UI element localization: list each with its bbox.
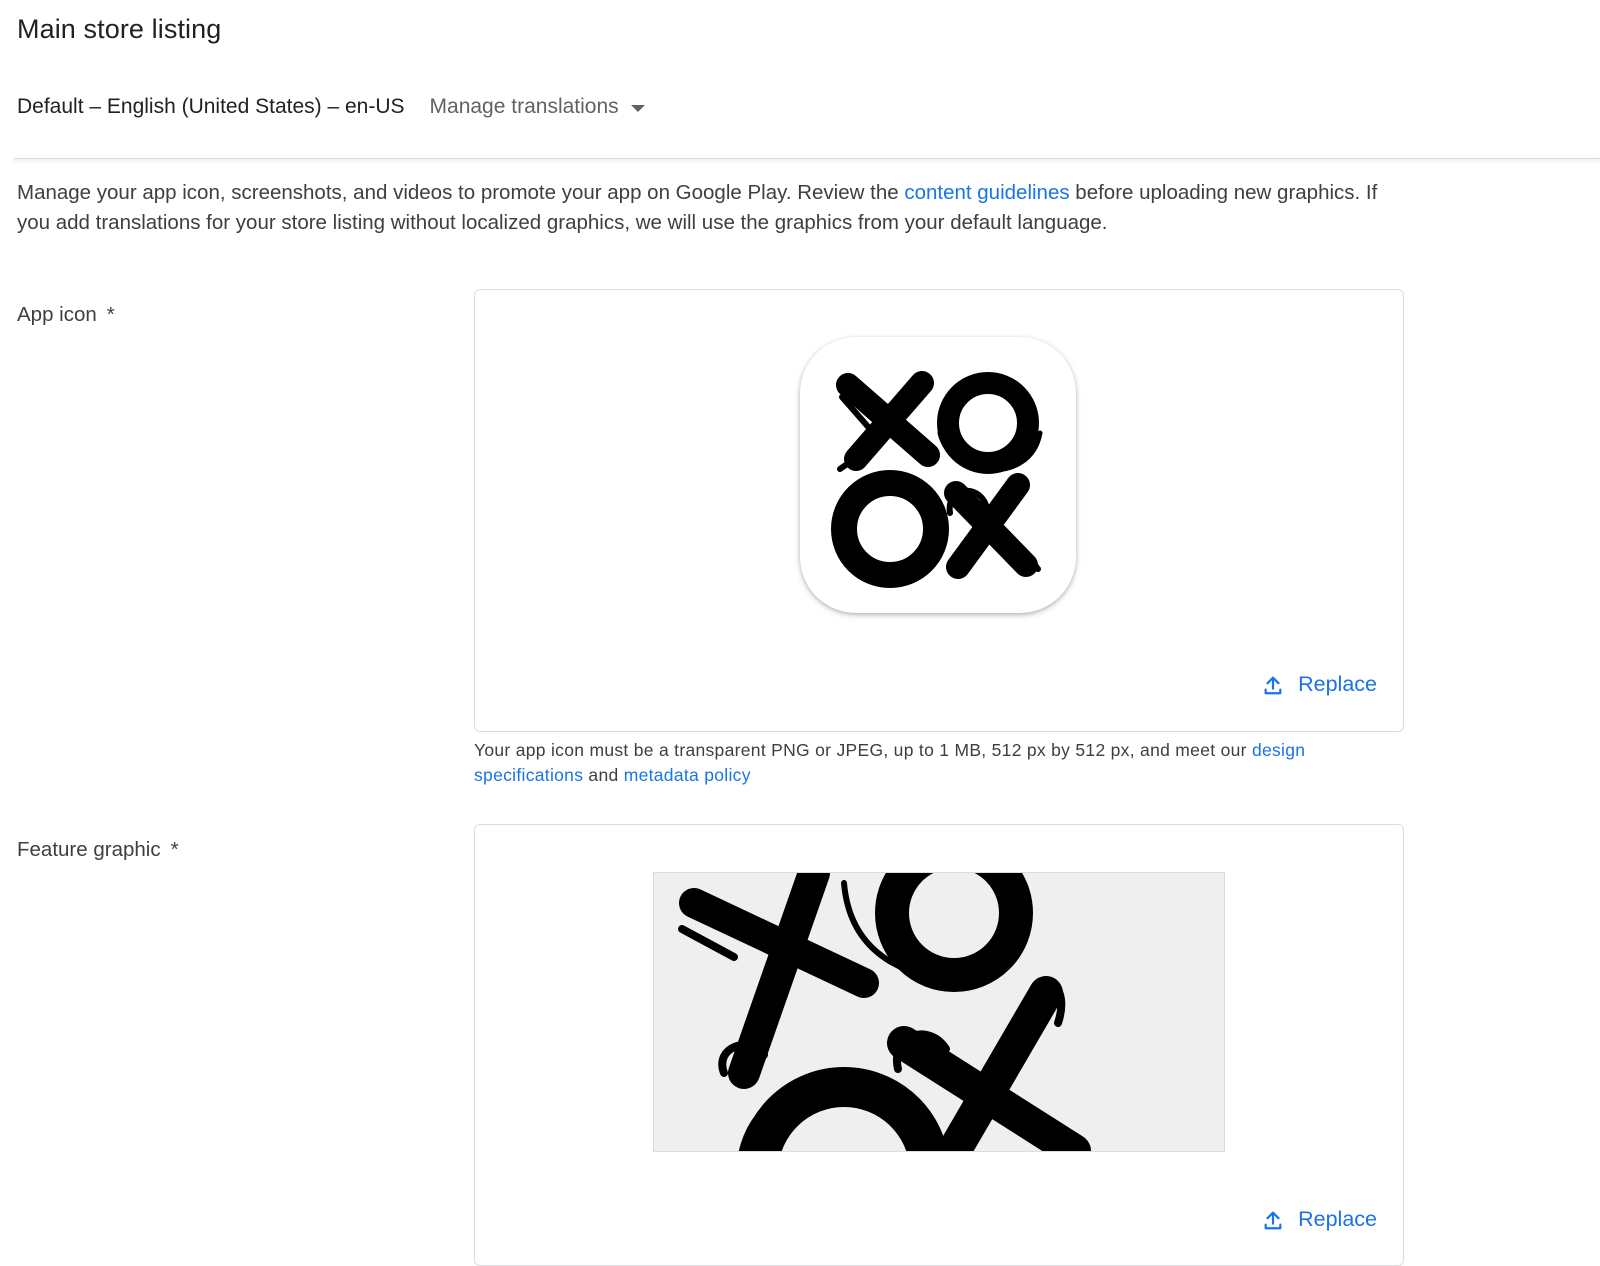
app-icon-preview [800, 337, 1076, 613]
app-icon-label-text: App icon [17, 303, 97, 326]
default-language-label: Default – English (United States) – en-U… [17, 95, 405, 118]
required-mark: * [106, 303, 115, 326]
feature-graphic-label: Feature graphic * [17, 838, 179, 862]
app-icon-replace-label: Replace [1298, 672, 1377, 696]
required-mark: * [170, 838, 179, 861]
upload-icon [1264, 1211, 1282, 1229]
feature-graphic-replace-label: Replace [1298, 1207, 1377, 1231]
app-icon-help-text: Your app icon must be a transparent PNG … [474, 738, 1374, 788]
app-icon-replace-button[interactable]: Replace [1262, 672, 1377, 697]
app-icon-help-before: Your app icon must be a transparent PNG … [474, 740, 1252, 760]
xoxo-feature-image [654, 873, 1224, 1151]
feature-graphic-label-text: Feature graphic [17, 838, 161, 861]
language-bar: Default – English (United States) – en-U… [17, 92, 645, 122]
upload-icon [1264, 676, 1282, 694]
intro-text-before: Manage your app icon, screenshots, and v… [17, 181, 905, 204]
feature-graphic-replace-button[interactable]: Replace [1262, 1207, 1377, 1232]
manage-translations-dropdown[interactable]: Manage translations [430, 95, 645, 119]
feature-graphic-preview [653, 872, 1225, 1152]
app-icon-help-middle: and [583, 765, 624, 785]
page-title: Main store listing [17, 14, 222, 44]
content-guidelines-link[interactable]: content guidelines [904, 181, 1069, 204]
metadata-policy-link[interactable]: metadata policy [624, 765, 751, 785]
manage-translations-label: Manage translations [429, 95, 619, 118]
xoxo-logo-image [831, 371, 1043, 588]
header-divider [14, 158, 1600, 159]
app-icon-label: App icon * [17, 303, 115, 327]
feature-graphic-upload-box: Replace [474, 824, 1404, 1266]
chevron-down-icon [630, 104, 645, 112]
app-icon-upload-box: Replace [474, 289, 1404, 732]
intro-text: Manage your app icon, screenshots, and v… [17, 178, 1387, 238]
